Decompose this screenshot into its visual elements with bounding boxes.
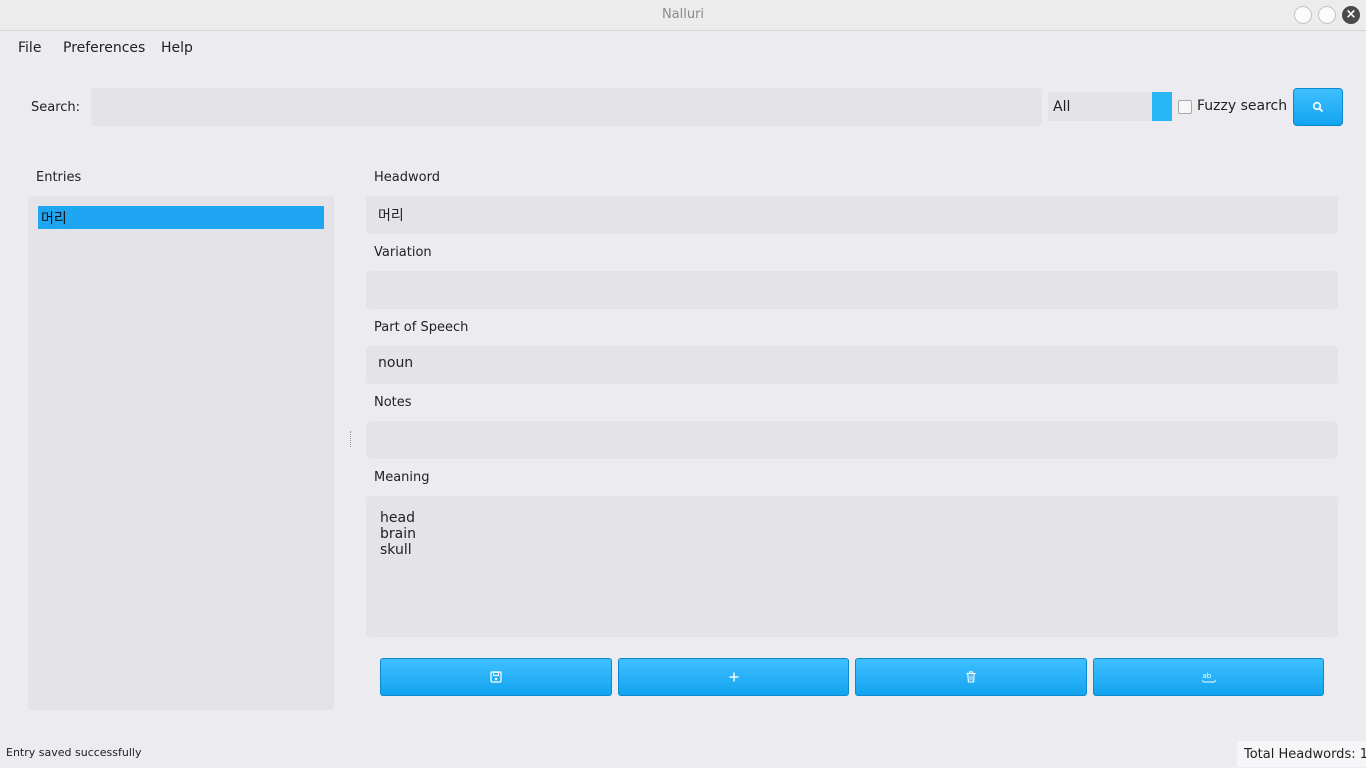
variation-field[interactable] — [366, 271, 1338, 309]
close-icon: × — [1345, 7, 1357, 22]
save-button[interactable] — [380, 658, 612, 696]
fuzzy-search-label[interactable]: Fuzzy search — [1197, 98, 1287, 114]
add-entry-button[interactable] — [618, 658, 849, 696]
headword-field[interactable]: 머리 — [366, 196, 1338, 234]
status-message: Entry saved successfully — [6, 746, 142, 759]
part-of-speech-label: Part of Speech — [374, 320, 469, 335]
minimize-button[interactable] — [1294, 6, 1312, 24]
variation-label: Variation — [374, 245, 432, 260]
notes-field[interactable] — [366, 421, 1338, 459]
fuzzy-search-checkbox[interactable] — [1178, 100, 1192, 114]
meaning-textarea[interactable]: head brain skull — [366, 496, 1338, 637]
headword-label: Headword — [374, 170, 440, 185]
search-label: Search: — [31, 100, 81, 115]
search-icon — [1312, 101, 1324, 113]
search-input[interactable] — [91, 88, 1042, 126]
spellcheck-button[interactable]: ab — [1093, 658, 1324, 696]
splitter-handle[interactable] — [350, 431, 351, 447]
entries-label: Entries — [36, 170, 82, 185]
save-icon — [490, 671, 502, 683]
search-scope-value: All — [1053, 99, 1071, 115]
notes-label: Notes — [374, 395, 412, 410]
maximize-button[interactable] — [1318, 6, 1336, 24]
meaning-label: Meaning — [374, 470, 430, 485]
search-button[interactable] — [1293, 88, 1343, 126]
plus-icon — [729, 672, 738, 682]
delete-button[interactable] — [855, 658, 1087, 696]
main-content: Search: All Fuzzy search Entries 머리 Head… — [0, 65, 1366, 738]
title-bar: Nalluri × — [0, 0, 1366, 31]
part-of-speech-field[interactable]: noun — [366, 346, 1338, 384]
window-title: Nalluri — [661, 7, 705, 22]
search-scope-select[interactable]: All — [1048, 92, 1172, 121]
close-button[interactable]: × — [1342, 6, 1360, 24]
dropdown-arrow-icon[interactable] — [1152, 92, 1172, 121]
trash-icon — [966, 671, 976, 683]
spellcheck-icon: ab — [1201, 672, 1216, 683]
total-headwords: Total Headwords: 1 — [1237, 741, 1366, 767]
entries-list[interactable]: 머리 — [28, 196, 334, 710]
svg-text:ab: ab — [1202, 672, 1211, 680]
menu-preferences[interactable]: Preferences — [63, 40, 145, 56]
menu-bar: File Preferences Help — [0, 31, 1366, 65]
status-bar: Entry saved successfully Total Headwords… — [0, 738, 1366, 768]
menu-file[interactable]: File — [18, 40, 41, 56]
list-item[interactable]: 머리 — [38, 206, 324, 229]
menu-help[interactable]: Help — [161, 40, 193, 56]
